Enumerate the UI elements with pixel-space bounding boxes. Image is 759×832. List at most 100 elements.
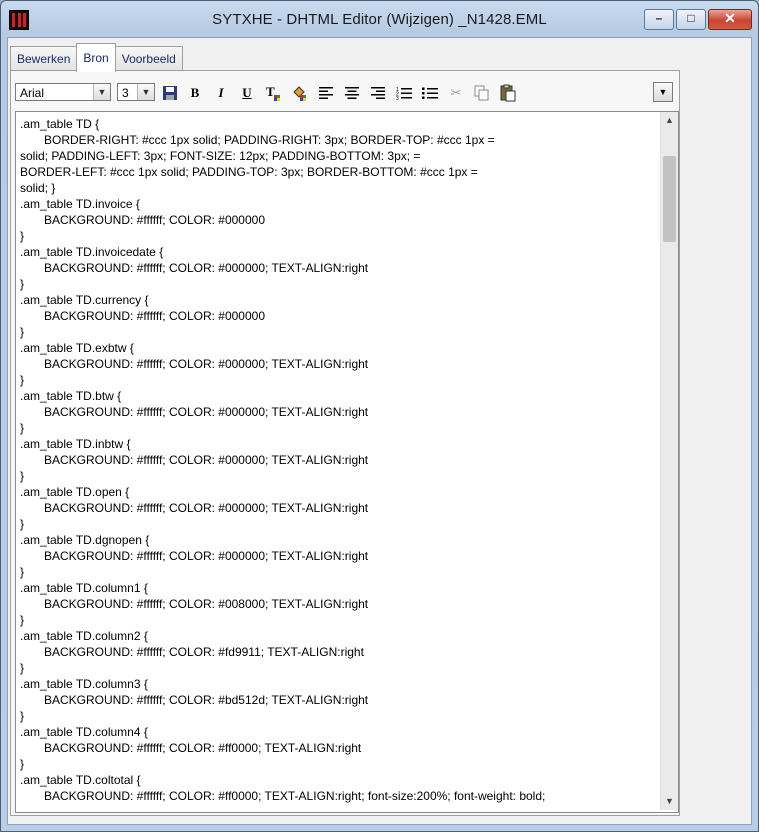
code-line: BACKGROUND: #ffffff; COLOR: #000000; TEX…	[44, 549, 369, 563]
align-left-button[interactable]	[315, 82, 337, 104]
code-line: .am_table TD.dgnopen {	[20, 533, 150, 547]
code-line: .am_table TD.exbtw {	[20, 341, 134, 355]
italic-button[interactable]: I	[210, 82, 232, 104]
scroll-thumb[interactable]	[663, 156, 676, 242]
bulleted-list-button[interactable]	[419, 82, 441, 104]
align-center-button[interactable]	[341, 82, 363, 104]
code-line: }	[20, 373, 25, 387]
cut-icon: ✂	[450, 85, 462, 100]
code-line: }	[20, 229, 25, 243]
tab-voorbeeld[interactable]: Voorbeeld	[114, 46, 183, 71]
code-line: }	[20, 709, 25, 723]
svg-text:T: T	[266, 84, 275, 99]
code-line: BACKGROUND: #ffffff; COLOR: #008000; TEX…	[44, 597, 369, 611]
code-line: .am_table TD.btw {	[20, 389, 122, 403]
code-line: BACKGROUND: #ffffff; COLOR: #000000; TEX…	[44, 405, 369, 419]
scroll-up-icon[interactable]: ▲	[661, 112, 678, 129]
chevron-down-icon: ▼	[137, 84, 154, 100]
code-line: BORDER-RIGHT: #ccc 1px solid; PADDING-RI…	[44, 133, 495, 147]
code-line: }	[20, 277, 25, 291]
align-right-button[interactable]	[367, 82, 389, 104]
code-line: BACKGROUND: #ffffff; COLOR: #ff0000; TEX…	[44, 741, 362, 755]
code-line: BACKGROUND: #ffffff; COLOR: #000000; TEX…	[44, 357, 369, 371]
code-line: }	[20, 469, 25, 483]
client-area: Bewerken Bron Voorbeeld Arial ▼ 3 ▼ B I	[7, 37, 752, 825]
format-toolbar: Arial ▼ 3 ▼ B I U T 1 2 3 ✂ ▼	[15, 81, 675, 105]
source-code-area[interactable]: .am_table TD { BORDER-RIGHT: #ccc 1px sol…	[20, 116, 656, 804]
code-line: .am_table TD.invoice {	[20, 197, 140, 211]
minimize-icon: –	[655, 11, 663, 25]
code-line: BACKGROUND: #ffffff; COLOR: #000000; TEX…	[44, 453, 369, 467]
close-icon: ✕	[724, 10, 736, 26]
minimize-button[interactable]: –	[644, 9, 674, 30]
code-line: }	[20, 517, 25, 531]
code-line: BACKGROUND: #ffffff; COLOR: #000000; TEX…	[44, 501, 369, 515]
vertical-scrollbar[interactable]: ▲ ▼	[660, 112, 678, 810]
align-center-icon	[345, 87, 359, 99]
chevron-down-icon: ▼	[93, 84, 110, 100]
tab-bewerken[interactable]: Bewerken	[10, 46, 78, 71]
highlight-color-icon	[293, 86, 306, 101]
code-line: }	[20, 613, 25, 627]
code-line: }	[20, 661, 25, 675]
scroll-down-icon[interactable]: ▼	[661, 793, 678, 810]
font-select[interactable]: Arial ▼	[15, 83, 111, 101]
code-line: BACKGROUND: #ffffff; COLOR: #000000	[44, 309, 265, 323]
code-line: .am_table TD {	[20, 117, 100, 131]
underline-icon: U	[242, 85, 252, 100]
code-line: BACKGROUND: #ffffff; COLOR: #000000	[44, 213, 265, 227]
code-line: BACKGROUND: #ffffff; COLOR: #ff0000; TEX…	[44, 789, 546, 803]
code-line: .am_table TD.currency {	[20, 293, 149, 307]
font-select-value: Arial	[20, 86, 45, 100]
code-line: .am_table TD.column3 {	[20, 677, 148, 691]
editor-window: SYTXHE - DHTML Editor (Wijzigen) _N1428.…	[0, 0, 759, 832]
numbered-list-icon: 123	[396, 87, 412, 102]
text-color-button[interactable]: T	[263, 82, 285, 104]
save-icon	[163, 86, 177, 100]
code-line: BORDER-LEFT: #ccc 1px solid; PADDING-TOP…	[20, 165, 478, 179]
numbered-list-button[interactable]: 123	[393, 82, 415, 104]
code-line: BACKGROUND: #ffffff; COLOR: #fd9911; TEX…	[44, 645, 364, 659]
code-line: .am_table TD.coltotal {	[20, 773, 141, 787]
maximize-button[interactable]: □	[676, 9, 706, 30]
code-line: .am_table TD.inbtw {	[20, 437, 131, 451]
toolbar-overflow-button[interactable]: ▼	[653, 82, 673, 102]
paste-button[interactable]	[497, 82, 519, 104]
svg-text:3: 3	[396, 96, 399, 100]
code-line: .am_table TD.column2 {	[20, 629, 148, 643]
title-bar[interactable]: SYTXHE - DHTML Editor (Wijzigen) _N1428.…	[1, 1, 758, 37]
code-line: solid; }	[20, 181, 56, 195]
code-line: .am_table TD.column4 {	[20, 725, 148, 739]
text-color-icon: T	[266, 84, 280, 101]
copy-button[interactable]	[471, 82, 493, 104]
code-line: BACKGROUND: #ffffff; COLOR: #bd512d; TEX…	[44, 693, 369, 707]
align-right-icon	[371, 87, 385, 99]
size-select[interactable]: 3 ▼	[117, 83, 155, 101]
italic-icon: I	[218, 85, 224, 100]
code-line: .am_table TD.open {	[20, 485, 130, 499]
code-line: solid; PADDING-LEFT: 3px; FONT-SIZE: 12p…	[20, 149, 421, 163]
code-line: .am_table TD.column1 {	[20, 581, 148, 595]
close-button[interactable]: ✕	[708, 9, 752, 30]
chevron-down-icon: ▼	[658, 87, 668, 97]
tab-panel: Arial ▼ 3 ▼ B I U T 1 2 3 ✂ ▼ .am_table …	[10, 70, 680, 816]
cut-button[interactable]: ✂	[445, 82, 467, 104]
bold-button[interactable]: B	[184, 82, 206, 104]
code-line: }	[20, 757, 25, 771]
tab-bron[interactable]: Bron	[76, 43, 116, 72]
code-line: BACKGROUND: #ffffff; COLOR: #000000; TEX…	[44, 261, 369, 275]
code-line: }	[20, 325, 25, 339]
align-left-icon	[319, 87, 333, 99]
bulleted-list-icon	[422, 87, 438, 99]
code-line: }	[20, 565, 25, 579]
maximize-icon: □	[687, 11, 695, 25]
code-line: }	[20, 421, 25, 435]
size-select-value: 3	[122, 86, 129, 100]
save-button[interactable]	[159, 82, 181, 104]
highlight-color-button[interactable]	[289, 82, 311, 104]
source-editor[interactable]: .am_table TD { BORDER-RIGHT: #ccc 1px sol…	[15, 111, 679, 813]
underline-button[interactable]: U	[236, 82, 258, 104]
copy-icon	[474, 85, 489, 101]
paste-icon	[500, 84, 516, 102]
tab-strip: Bewerken Bron Voorbeeld	[10, 43, 183, 72]
